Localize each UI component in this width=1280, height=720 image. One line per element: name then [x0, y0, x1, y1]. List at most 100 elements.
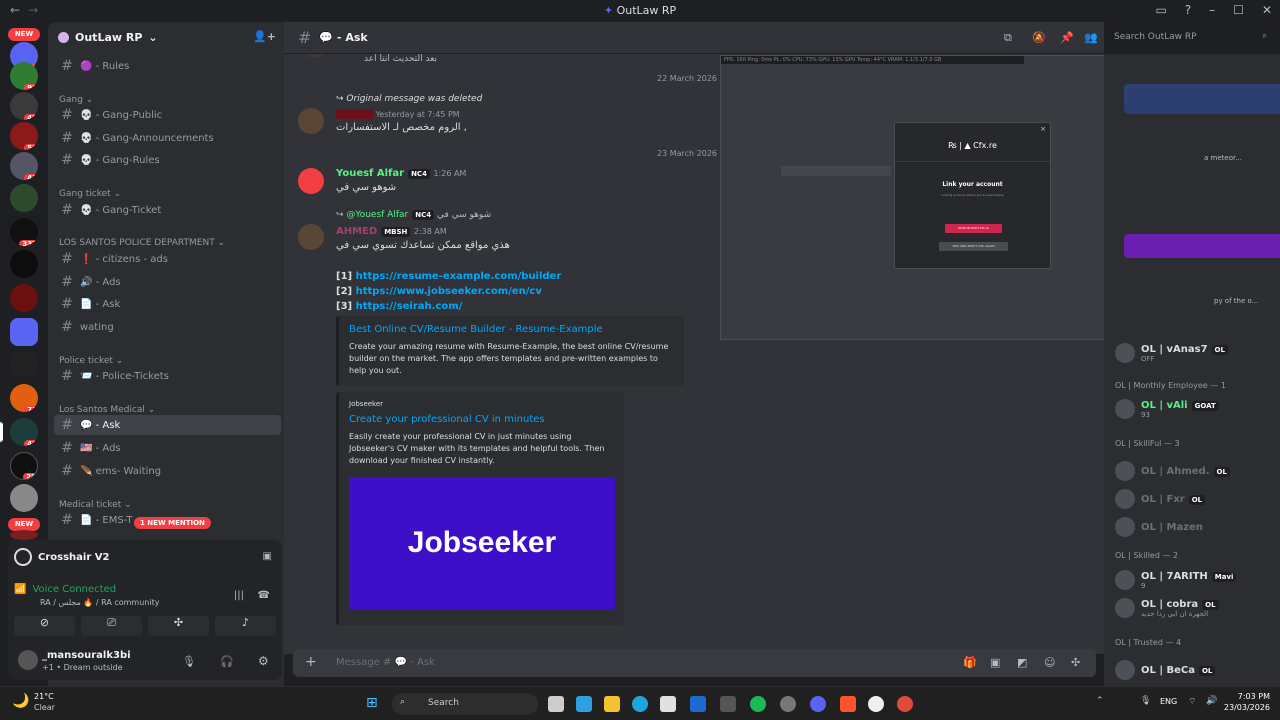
- channel-item[interactable]: # 💀 - Gang-Ticket: [54, 200, 278, 220]
- username[interactable]: _mansouralk3bi: [42, 650, 131, 661]
- help-icon[interactable]: ?: [1185, 3, 1191, 17]
- app-icon[interactable]: [868, 696, 884, 712]
- channel-item[interactable]: # 🇺🇸 - Ads: [54, 438, 278, 458]
- message-author[interactable]: AHMED MBSH 2:38 AM: [336, 226, 447, 237]
- brave-icon[interactable]: [840, 696, 856, 712]
- weather-temp[interactable]: 21°C: [34, 692, 54, 701]
- channel-item[interactable]: # wating: [54, 317, 278, 337]
- screen-share-button[interactable]: ⎚: [81, 616, 142, 636]
- server-icon[interactable]: 73: [10, 384, 38, 412]
- settings-gear-icon[interactable]: ⚙: [258, 654, 269, 668]
- voice-status-text[interactable]: Voice Connected: [32, 584, 116, 595]
- channel-item[interactable]: # 🔊 - Ads: [54, 272, 278, 292]
- close-icon[interactable]: ×: [1040, 125, 1046, 133]
- server-icon[interactable]: 29: [10, 452, 38, 480]
- discord-icon[interactable]: [810, 696, 826, 712]
- server-icon[interactable]: [10, 184, 38, 212]
- clock-date[interactable]: 23/03/2026: [1222, 703, 1270, 712]
- server-icon[interactable]: [10, 284, 38, 312]
- member-item[interactable]: OL | cobra OL الجهرة ان ابي ردا جديد: [1115, 598, 1219, 618]
- message-author[interactable]: Youesf Alfar NC4 1:26 AM: [336, 168, 466, 179]
- camera-off-button[interactable]: ⊘: [14, 616, 75, 636]
- channel-category[interactable]: Gang ticket ⌄: [59, 189, 121, 199]
- activities-button[interactable]: ✣: [148, 616, 209, 636]
- volume-icon[interactable]: 🔊: [1206, 696, 1217, 706]
- maximize-button[interactable]: ☐: [1233, 3, 1244, 17]
- skip-button[interactable]: SKIP AND DON'T ASK AGAIN: [939, 242, 1008, 251]
- sticker-icon[interactable]: ◩: [1017, 656, 1027, 669]
- soundboard-button[interactable]: ♪: [215, 616, 276, 636]
- clock-time[interactable]: 7:03 PM: [1226, 692, 1270, 701]
- mic-tray-icon[interactable]: 🎙: [1140, 696, 1151, 706]
- server-icon[interactable]: 49: [10, 92, 38, 120]
- noise-suppression-icon[interactable]: |||: [234, 590, 244, 601]
- chrome-icon[interactable]: [897, 696, 913, 712]
- spotify-icon[interactable]: [750, 696, 766, 712]
- folder-icon[interactable]: [10, 318, 38, 346]
- member-item[interactable]: OL | 7ARITH Mavi 9: [1115, 570, 1237, 590]
- file-explorer-icon[interactable]: [604, 696, 620, 712]
- outlook-icon[interactable]: [690, 696, 706, 712]
- server-icon[interactable]: 41: [10, 152, 38, 180]
- channel-item[interactable]: # 📨 - Police-Tickets: [54, 366, 278, 386]
- task-view-icon[interactable]: [548, 696, 564, 712]
- member-item[interactable]: OL | vAli GOAT 93: [1115, 399, 1219, 419]
- inbox-icon[interactable]: ▭: [1155, 3, 1166, 17]
- server-icon[interactable]: [10, 350, 38, 378]
- new-mention-pill[interactable]: 1 NEW MENTION: [134, 517, 211, 529]
- gif-icon[interactable]: ▣: [990, 656, 1000, 669]
- disconnect-icon[interactable]: ☎: [258, 590, 270, 601]
- server-icon[interactable]: 96: [10, 62, 38, 90]
- language-indicator[interactable]: ENG: [1160, 697, 1177, 706]
- server-icon[interactable]: [10, 530, 38, 540]
- minimize-button[interactable]: –: [1209, 3, 1215, 17]
- emoji-icon[interactable]: ☺: [1044, 656, 1055, 669]
- plus-icon[interactable]: +: [305, 654, 317, 670]
- member-item[interactable]: OL | BeCa OL: [1115, 660, 1216, 680]
- threads-icon[interactable]: ⧉: [1004, 31, 1012, 45]
- member-item[interactable]: OL | vAnas7 OL OFF: [1115, 343, 1228, 363]
- member-item[interactable]: OL | Ahmed. OL: [1115, 461, 1230, 481]
- server-icon[interactable]: 337: [10, 218, 38, 246]
- guild-header[interactable]: OutLaw RP ⌄ 👤+: [48, 22, 284, 52]
- app-icon[interactable]: [780, 696, 796, 712]
- sign-in-button[interactable]: SIGN IN WITH Cfx.re: [945, 224, 1002, 233]
- channel-item[interactable]: # ❗ - citizens - ads: [54, 249, 278, 269]
- server-icon[interactable]: [10, 484, 38, 512]
- channel-category[interactable]: Police ticket ⌄: [59, 356, 123, 366]
- channel-item[interactable]: # 💀 - Gang-Announcements: [54, 128, 278, 148]
- embed-image[interactable]: Jobseeker: [349, 477, 615, 609]
- channel-item[interactable]: # 🟣 - Rules: [54, 56, 278, 76]
- microsoft-store-icon[interactable]: [576, 696, 592, 712]
- pinned-icon[interactable]: 📌: [1060, 31, 1074, 44]
- microphone-icon[interactable]: 🎙: [182, 655, 196, 668]
- close-button[interactable]: ✕: [1262, 3, 1272, 17]
- weather-icon[interactable]: 🌙: [12, 693, 29, 709]
- search-input[interactable]: Search OutLaw RP ⌕: [1108, 28, 1273, 48]
- app-icon[interactable]: [720, 696, 736, 712]
- channel-category[interactable]: Gang ⌄: [59, 95, 93, 105]
- link[interactable]: https://resume-example.com/builder: [356, 271, 562, 282]
- store-icon[interactable]: [660, 696, 676, 712]
- reply-reference[interactable]: ↪ Original message was deleted: [336, 94, 482, 104]
- channel-item[interactable]: # 💀 - Gang-Public: [54, 105, 278, 125]
- notifications-icon[interactable]: 🔕: [1032, 31, 1046, 44]
- channel-category[interactable]: Medical ticket ⌄: [59, 500, 132, 510]
- edge-icon[interactable]: [632, 696, 648, 712]
- headphones-icon[interactable]: 🎧: [220, 655, 234, 668]
- gift-icon[interactable]: 🎁: [963, 656, 977, 669]
- voice-channel[interactable]: RA / مجلس 🔥 / RA community: [40, 598, 159, 607]
- embed-title[interactable]: Best Online CV/Resume Builder - Resume-E…: [349, 324, 674, 335]
- activity-icon[interactable]: ▣: [263, 551, 272, 562]
- server-icon[interactable]: [10, 250, 38, 278]
- channel-category[interactable]: Los Santos Medical ⌄: [59, 405, 155, 415]
- link[interactable]: https://seirah.com/: [356, 301, 463, 312]
- tray-chevron-icon[interactable]: ⌃: [1096, 696, 1104, 706]
- invite-icon[interactable]: 👤+: [253, 30, 276, 43]
- channel-item[interactable]: # 💀 - Gang-Rules: [54, 150, 278, 170]
- windows-start-icon[interactable]: ⊞: [366, 695, 378, 711]
- channel-category[interactable]: LOS SANTOS POLICE DEPARTMENT ⌄: [59, 238, 225, 248]
- server-icon[interactable]: 40: [10, 418, 38, 446]
- channel-item[interactable]: # 💬 - Ask: [54, 415, 281, 435]
- member-item[interactable]: OL | Fxr OL: [1115, 489, 1206, 509]
